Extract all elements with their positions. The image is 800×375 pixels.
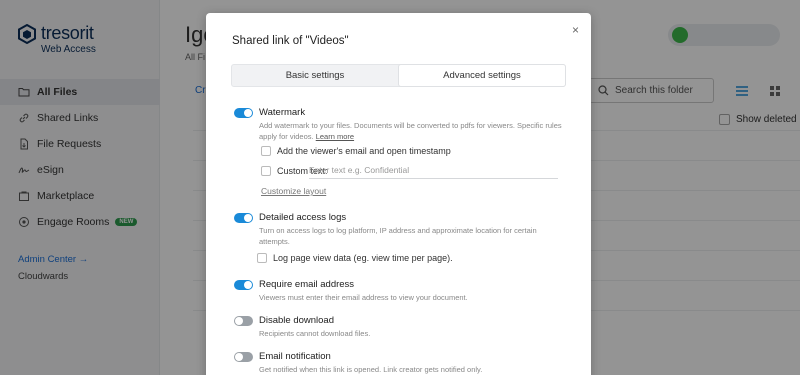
email-notification-description: Get notified when this link is opened. L… xyxy=(259,365,483,374)
watermark-description: Add watermark to your files. Documents w… xyxy=(259,121,562,141)
custom-text-input[interactable]: Enter text e.g. Confidential xyxy=(309,165,558,179)
disable-download-toggle[interactable] xyxy=(234,316,253,326)
email-notification-label: Email notification xyxy=(259,351,331,362)
require-email-description: Viewers must enter their email address t… xyxy=(259,293,468,302)
log-page-view-option[interactable]: Log page view data (eg. view time per pa… xyxy=(257,253,453,263)
access-logs-toggle[interactable] xyxy=(234,213,253,223)
customize-layout-link[interactable]: Customize layout xyxy=(261,186,326,196)
require-email-label: Require email address xyxy=(259,279,355,290)
access-logs-label: Detailed access logs xyxy=(259,212,347,223)
dialog-title: Shared link of "Videos" xyxy=(232,35,349,47)
watermark-email-checkbox[interactable] xyxy=(261,146,271,156)
disable-download-label: Disable download xyxy=(259,315,334,326)
access-logs-description: Turn on access logs to log platform, IP … xyxy=(259,226,537,246)
disable-download-description: Recipients cannot download files. xyxy=(259,329,371,338)
log-page-view-label: Log page view data (eg. view time per pa… xyxy=(273,253,453,263)
tab-advanced-settings[interactable]: Advanced settings xyxy=(398,64,566,87)
tab-basic-settings[interactable]: Basic settings xyxy=(232,65,398,86)
watermark-toggle[interactable] xyxy=(234,108,253,118)
watermark-label: Watermark xyxy=(259,107,306,118)
settings-tabs: Basic settings Advanced settings xyxy=(231,64,566,87)
email-notification-toggle[interactable] xyxy=(234,352,253,362)
log-page-view-checkbox[interactable] xyxy=(257,253,267,263)
watermark-email-option[interactable]: Add the viewer's email and open timestam… xyxy=(261,146,451,156)
require-email-toggle[interactable] xyxy=(234,280,253,290)
watermark-email-label: Add the viewer's email and open timestam… xyxy=(277,146,451,156)
watermark-custom-checkbox[interactable] xyxy=(261,166,271,176)
shared-link-dialog: Shared link of "Videos" × Basic settings… xyxy=(206,13,591,375)
learn-more-link[interactable]: Learn more xyxy=(316,132,354,141)
close-icon[interactable]: × xyxy=(572,23,579,37)
